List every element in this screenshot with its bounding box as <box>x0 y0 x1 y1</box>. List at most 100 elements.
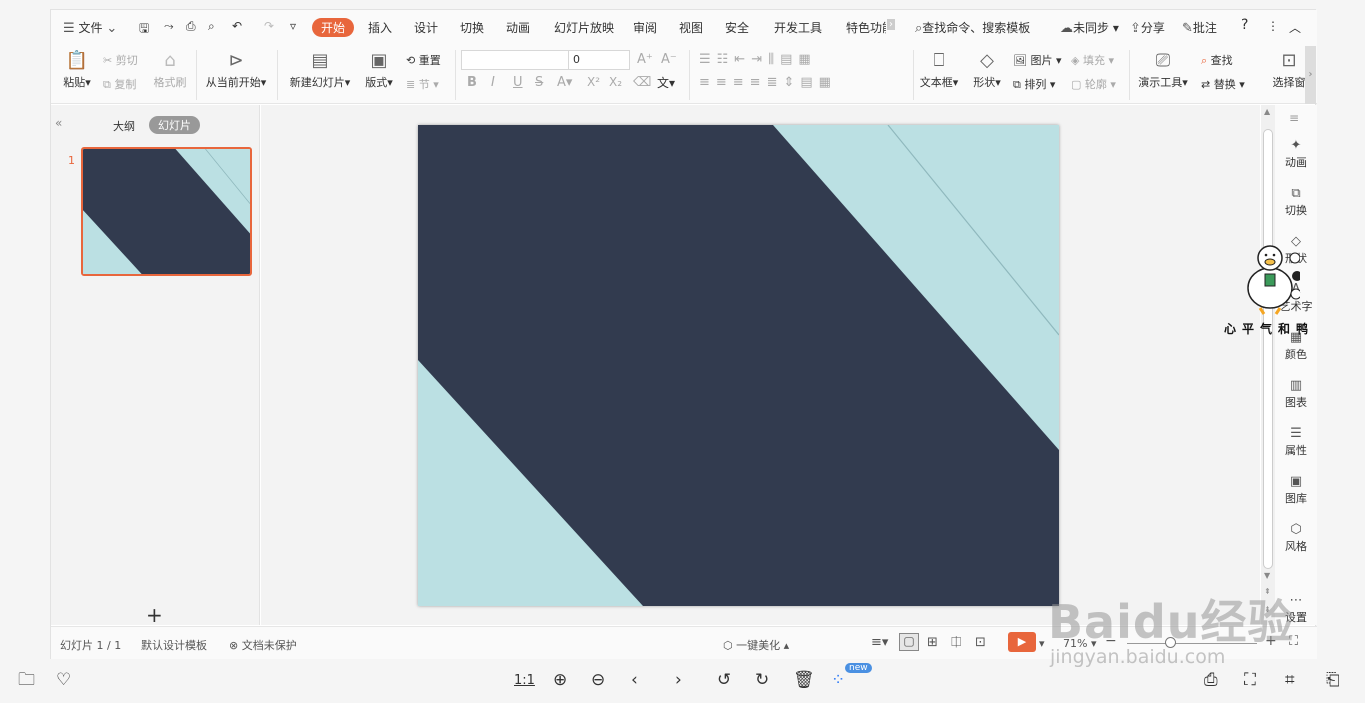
layout-button[interactable]: ▣ 版式▾ <box>361 48 397 90</box>
new-slide-button[interactable]: ▤ 新建幻灯片▾ <box>287 48 353 90</box>
clear-format-icon[interactable]: ⌫ <box>633 75 651 90</box>
play-slideshow-button[interactable]: ▶ <box>1008 632 1036 652</box>
superscript-icon[interactable]: X² <box>587 75 600 89</box>
sidebar-collapse-icon[interactable]: ≡ <box>1289 111 1299 125</box>
sidebar-item-animation[interactable]: ✦ 动画 <box>1275 138 1317 170</box>
sidebar-item-transition[interactable]: ⧉ 切换 <box>1275 186 1317 218</box>
scroll-up-icon[interactable]: ▲ <box>1264 107 1270 116</box>
save-icon[interactable]: 🖫 <box>139 19 149 40</box>
reading-view-icon[interactable]: ⎅ <box>951 635 961 650</box>
actual-size-button[interactable]: 1:1 <box>514 674 535 687</box>
bold-icon[interactable]: B <box>467 75 477 90</box>
shrink-font-icon[interactable]: A⁻ <box>661 52 677 67</box>
trash-icon[interactable]: 🗑 <box>793 672 815 689</box>
sidebar-item-gallery[interactable]: ▣ 图库 <box>1275 474 1317 506</box>
font-name-field[interactable] <box>461 50 569 70</box>
more-icon[interactable]: ⋮ <box>1267 19 1279 33</box>
picture-button[interactable]: 🖼 图片 ▾ <box>1013 52 1062 68</box>
previous-icon[interactable]: ‹ <box>631 672 638 689</box>
align-tools[interactable]: ≡≡≡≡≣⇕▤▦ <box>699 75 837 90</box>
selection-pane-button[interactable]: ⊡ 选择窗 <box>1271 48 1307 90</box>
scroll-thumb[interactable] <box>1263 129 1273 569</box>
tab-developer[interactable]: 开发工具 <box>774 19 822 36</box>
tab-slides[interactable]: 幻灯片 <box>149 116 200 134</box>
print-icon[interactable]: ⎙ <box>1204 672 1218 689</box>
zoom-out-icon[interactable]: ⊖ <box>591 672 605 689</box>
underline-icon[interactable]: U <box>513 75 523 90</box>
sidebar-item-style[interactable]: ⬡ 风格 <box>1275 522 1317 554</box>
rotate-right-icon[interactable]: ↻ <box>755 672 769 689</box>
font-size-field[interactable]: 0 <box>568 50 630 70</box>
slide-thumbnail[interactable] <box>81 147 252 276</box>
collapse-panel-icon[interactable]: « <box>55 116 62 130</box>
add-slide-button[interactable]: + <box>146 603 163 627</box>
tab-animation[interactable]: 动画 <box>506 19 530 36</box>
tab-home[interactable]: 开始 <box>312 18 355 37</box>
presenter-tools-button[interactable]: ⎚ 演示工具▾ <box>1135 48 1191 90</box>
scroll-down-icon[interactable]: ▼ <box>1264 571 1270 580</box>
sidebar-item-properties[interactable]: ☰ 属性 <box>1275 426 1317 458</box>
print-icon[interactable]: ⎙ <box>186 19 196 34</box>
crop-icon[interactable]: ⌗ <box>1285 672 1295 689</box>
comment-button[interactable]: ✎批注 <box>1182 19 1217 36</box>
customize-icon[interactable]: ▿ <box>290 19 296 33</box>
next-icon[interactable]: › <box>675 672 682 689</box>
font-color-icon[interactable]: A▾ <box>557 75 572 90</box>
heart-icon[interactable]: ♡ <box>56 672 71 689</box>
slide-canvas[interactable] <box>418 124 1060 606</box>
tabs-scroll-right-icon[interactable]: › <box>887 19 895 30</box>
phonetic-icon[interactable]: 文▾ <box>657 74 675 91</box>
format-painter-button[interactable]: ⌂ 格式刷 <box>151 48 189 90</box>
tab-slideshow[interactable]: 幻灯片放映 <box>554 19 614 36</box>
ribbon-scroll-right[interactable]: › <box>1305 46 1316 104</box>
sorter-view-icon[interactable]: ⊞ <box>927 635 938 650</box>
sync-button[interactable]: ☁未同步 ▾ <box>1060 19 1119 36</box>
vertical-scrollbar[interactable]: ▲ ▼ ⇞ ⇟ <box>1261 105 1275 625</box>
tab-insert[interactable]: 插入 <box>368 19 392 36</box>
cut-button[interactable]: ✂ 剪切 <box>103 52 138 68</box>
tab-transition[interactable]: 切换 <box>460 19 484 36</box>
tab-security[interactable]: 安全 <box>725 19 749 36</box>
tab-review[interactable]: 审阅 <box>633 19 657 36</box>
zoom-in-icon[interactable]: ⊕ <box>553 672 567 689</box>
notes-icon[interactable]: ≡▾ <box>871 635 888 650</box>
arrange-button[interactable]: ⧉ 排列 ▾ <box>1013 76 1055 92</box>
normal-view-icon[interactable]: ▢ <box>899 633 919 651</box>
presenter-view-icon[interactable]: ⊡ <box>975 635 986 650</box>
export-icon[interactable]: ⤳ <box>164 19 174 34</box>
preview-icon[interactable]: ⌕ <box>208 19 215 34</box>
file-menu[interactable]: ☰ 文件 ⌄ <box>63 19 117 36</box>
undo-icon[interactable]: ↶ <box>232 19 242 33</box>
find-button[interactable]: ⌕ 查找 <box>1201 52 1233 68</box>
tab-view[interactable]: 视图 <box>679 19 703 36</box>
replace-button[interactable]: ⇄ 替换 ▾ <box>1201 76 1245 92</box>
tab-outline[interactable]: 大纲 <box>113 118 135 134</box>
rotate-left-icon[interactable]: ↺ <box>717 672 731 689</box>
sidebar-item-chart[interactable]: ▥ 图表 <box>1275 378 1317 410</box>
italic-icon[interactable]: I <box>491 75 495 90</box>
protection-status[interactable]: ⊗ 文档未保护 <box>229 637 297 653</box>
tab-special[interactable]: 特色功能 <box>846 19 886 36</box>
grow-font-icon[interactable]: A⁺ <box>637 52 653 67</box>
shape-button[interactable]: ◇ 形状▾ <box>969 48 1005 90</box>
strikethrough-icon[interactable]: S <box>535 75 543 90</box>
textbox-button[interactable]: ⎕ 文本框▾ <box>917 48 961 90</box>
fill-button[interactable]: ◈ 填充 ▾ <box>1071 52 1114 68</box>
paste-button[interactable]: 📋 粘贴▾ <box>59 48 95 90</box>
beautify-button[interactable]: ⬡ 一键美化 ▴ <box>723 637 789 653</box>
subscript-icon[interactable]: X₂ <box>609 75 622 89</box>
section-button[interactable]: ≣ 节 ▾ <box>406 76 439 92</box>
template-name[interactable]: 默认设计模板 <box>141 637 207 653</box>
fullscreen-icon[interactable]: ⛶ <box>1244 672 1256 689</box>
command-search[interactable]: ⌕查找命令、搜索模板 <box>915 19 1030 36</box>
folder-icon[interactable]: 🗀 <box>18 672 35 689</box>
copy-button[interactable]: ⧉ 复制 <box>103 76 136 92</box>
help-icon[interactable]: ? <box>1241 17 1248 33</box>
outline-button[interactable]: ▢ 轮廓 ▾ <box>1071 76 1116 92</box>
reset-button[interactable]: ⟲ 重置 <box>406 52 441 68</box>
redo-icon[interactable]: ↷ <box>264 19 274 33</box>
list-tools[interactable]: ☰☷⇤⇥⫼▤▦ <box>699 52 817 67</box>
play-from-current-button[interactable]: ⊳ 从当前开始▾ <box>203 48 269 90</box>
collapse-ribbon-icon[interactable]: ︿ <box>1289 19 1301 36</box>
info-icon[interactable]: ⎗ <box>1326 672 1340 689</box>
